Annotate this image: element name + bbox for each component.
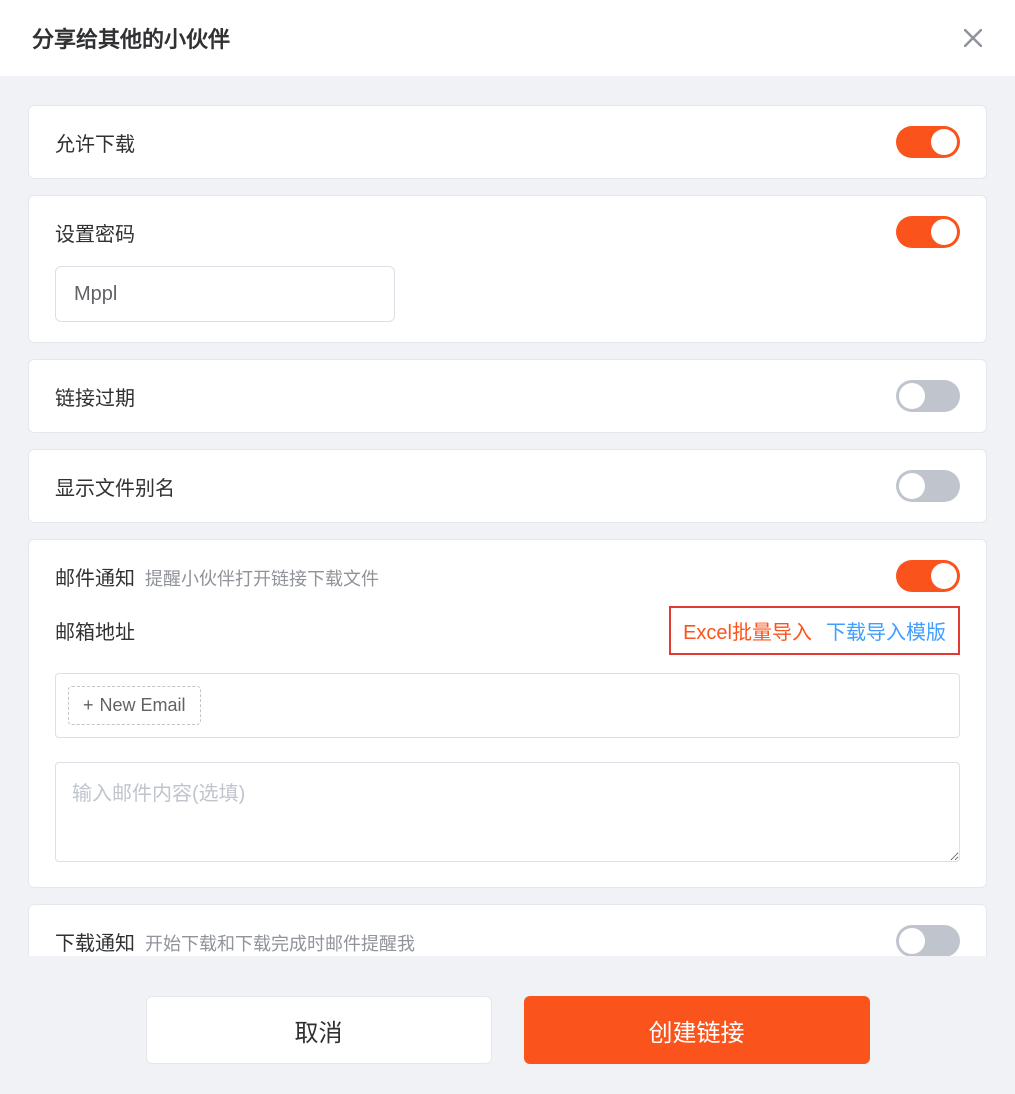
- email-list-box: + New Email: [55, 673, 960, 738]
- link-expire-label: 链接过期: [55, 382, 135, 411]
- new-email-label: New Email: [100, 695, 186, 716]
- link-expire-toggle[interactable]: [896, 380, 960, 412]
- modal-title: 分享给其他的小伙伴: [32, 22, 230, 54]
- excel-import-link[interactable]: Excel批量导入: [683, 616, 812, 645]
- download-template-link[interactable]: 下载导入模版: [826, 616, 946, 645]
- download-notify-label: 下载通知: [55, 927, 135, 956]
- plus-icon: +: [83, 695, 94, 716]
- download-notify-hint: 开始下载和下载完成时邮件提醒我: [145, 930, 415, 956]
- set-password-toggle[interactable]: [896, 216, 960, 248]
- close-icon[interactable]: [961, 26, 985, 50]
- allow-download-card: 允许下载: [28, 105, 987, 179]
- allow-download-label: 允许下载: [55, 128, 135, 157]
- modal-body: 允许下载 设置密码 链接过期 显示文件别名: [0, 77, 1015, 956]
- cancel-button[interactable]: 取消: [146, 996, 492, 1064]
- email-notify-hint: 提醒小伙伴打开链接下载文件: [145, 565, 379, 591]
- show-alias-toggle[interactable]: [896, 470, 960, 502]
- password-input[interactable]: [55, 266, 395, 322]
- show-alias-card: 显示文件别名: [28, 449, 987, 523]
- show-alias-label: 显示文件别名: [55, 472, 175, 501]
- email-notify-card: 邮件通知 提醒小伙伴打开链接下载文件 邮箱地址 Excel批量导入 下载导入模版…: [28, 539, 987, 888]
- modal-footer: 取消 创建链接: [0, 956, 1015, 1094]
- download-notify-card: 下载通知 开始下载和下载完成时邮件提醒我: [28, 904, 987, 956]
- email-notify-toggle[interactable]: [896, 560, 960, 592]
- set-password-label: 设置密码: [55, 218, 135, 247]
- email-content-textarea[interactable]: [55, 762, 960, 862]
- email-notify-label: 邮件通知: [55, 562, 135, 591]
- email-address-label: 邮箱地址: [55, 616, 135, 645]
- set-password-card: 设置密码: [28, 195, 987, 343]
- share-modal: 分享给其他的小伙伴 允许下载 设置密码 链接过期: [0, 0, 1015, 1094]
- download-notify-toggle[interactable]: [896, 925, 960, 956]
- link-expire-card: 链接过期: [28, 359, 987, 433]
- new-email-button[interactable]: + New Email: [68, 686, 201, 725]
- create-link-button[interactable]: 创建链接: [524, 996, 870, 1064]
- import-links-box: Excel批量导入 下载导入模版: [669, 606, 960, 655]
- allow-download-toggle[interactable]: [896, 126, 960, 158]
- modal-header: 分享给其他的小伙伴: [0, 0, 1015, 77]
